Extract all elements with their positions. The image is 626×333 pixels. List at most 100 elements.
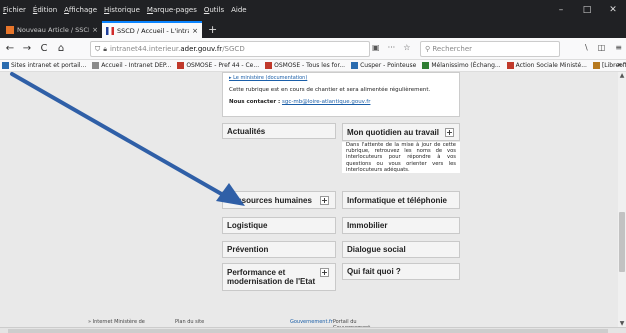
scrollbar-thumb[interactable] xyxy=(619,212,625,272)
menu-item-affichage[interactable]: Affichage xyxy=(64,6,97,14)
navigation-bar: ← → C ⌂ ⛉ 🔒︎ intranet44.interieur.ader.g… xyxy=(0,38,626,60)
sidebar-icon[interactable]: ◫ xyxy=(598,43,606,52)
bookmark-favicon-icon xyxy=(351,62,359,69)
bookmark-item[interactable]: Mélanissimo (Échang... xyxy=(422,62,501,69)
rubrique-performance-modernisation[interactable]: Performance et modernisation de l'Etat xyxy=(222,263,336,291)
scroll-down-icon[interactable]: ▼ xyxy=(618,320,626,327)
expand-plus-icon[interactable]: + xyxy=(320,268,329,277)
search-placeholder: Rechercher xyxy=(432,45,473,53)
shield-icon: ⛉ xyxy=(95,44,101,53)
tab-title: SSCD / Accueil - L'intranet de xyxy=(117,26,189,35)
bookmark-favicon-icon xyxy=(265,62,273,69)
bookmark-star-icon[interactable]: ☆ xyxy=(403,43,410,52)
info-text: Cette rubrique est en cours de chantier … xyxy=(229,87,431,93)
vertical-scrollbar[interactable]: ▲ ▼ xyxy=(618,72,626,327)
bookmark-favicon-icon xyxy=(592,62,600,69)
forward-icon[interactable]: → xyxy=(20,43,34,54)
tab-nouveau-article[interactable]: Nouveau Article / SSCD / Ac × xyxy=(2,21,102,38)
expand-plus-icon[interactable]: + xyxy=(320,196,329,205)
bookmark-item[interactable]: OSMOSE - Tous les for... xyxy=(265,62,345,69)
bookmarks-overflow-icon[interactable]: » xyxy=(617,60,622,69)
maximize-icon[interactable]: □ xyxy=(574,0,600,20)
menu-bar: Fichier Édition Affichage Historique Mar… xyxy=(0,0,626,20)
close-window-icon[interactable]: ✕ xyxy=(600,0,626,20)
footer-gouvernement: Gouvernement.fr Portail du Gouvernement xyxy=(290,319,370,327)
flag-favicon-icon xyxy=(106,26,114,35)
home-icon[interactable]: ⌂ xyxy=(54,43,68,54)
rubrique-label: Informatique et téléphonie xyxy=(347,195,448,205)
scrollbar-thumb[interactable] xyxy=(8,329,608,333)
bookmark-item[interactable]: OSMOSE - Pref 44 - Ce... xyxy=(177,62,259,69)
menu-item-outils[interactable]: Outils xyxy=(204,6,224,14)
lock-icon: 🔒︎ xyxy=(103,44,107,53)
close-tab-icon[interactable]: × xyxy=(92,26,98,34)
rubrique-mon-quotidien[interactable]: Mon quotidien au travail xyxy=(342,123,460,141)
menu-item-fichier[interactable]: Fichier xyxy=(3,6,26,14)
footer-link-plan-du-site[interactable]: Plan du site xyxy=(175,319,204,325)
footer-link-gouvernement[interactable]: Gouvernement.fr xyxy=(290,319,333,325)
close-tab-icon[interactable]: × xyxy=(192,27,198,35)
bookmark-item[interactable]: Sites intranet et portail... xyxy=(2,62,86,69)
rubrique-label: Dialogue social xyxy=(347,245,406,254)
bookmark-item[interactable]: Action Sociale Ministé... xyxy=(506,62,587,69)
bookmark-label: OSMOSE - Tous les for... xyxy=(274,62,346,69)
contact-line: Nous contacter : sgc-mb@loire-atlantique… xyxy=(229,99,453,105)
tab-sscd-accueil[interactable]: SSCD / Accueil - L'intranet de × xyxy=(102,21,202,38)
menu-item-marque-pages[interactable]: Marque-pages xyxy=(147,6,197,14)
page-viewport: ▸ Le ministère (documentation) Cette rub… xyxy=(0,72,618,327)
bookmarks-toolbar: Sites intranet et portail... Accueil - In… xyxy=(0,60,626,72)
horizontal-scrollbar[interactable] xyxy=(0,327,626,333)
footer-link-internet-ministere[interactable]: » Internet Ministère de xyxy=(88,319,145,325)
back-icon[interactable]: ← xyxy=(3,43,17,54)
new-tab-icon[interactable]: + xyxy=(208,21,217,38)
tab-title: Nouveau Article / SSCD / Ac xyxy=(17,25,89,34)
bookmark-label: Accueil - Intranet DEP... xyxy=(101,62,172,69)
bookmark-favicon-icon xyxy=(2,62,9,69)
bookmark-label: Cusper - Pointeuse xyxy=(360,62,417,69)
window-controls: – □ ✕ xyxy=(548,0,626,20)
url-bar[interactable]: ⛉ 🔒︎ intranet44.interieur.ader.gouv.fr/S… xyxy=(90,41,370,57)
footer-gouvernement-text: Portail du Gouvernement xyxy=(332,319,370,327)
search-input[interactable]: ⚲ Rechercher xyxy=(420,41,560,57)
minimize-icon[interactable]: – xyxy=(548,0,574,20)
orange-favicon-icon xyxy=(6,25,14,34)
reload-icon[interactable]: C xyxy=(37,43,51,54)
scroll-up-icon[interactable]: ▲ xyxy=(618,72,626,79)
rubrique-label: Mon quotidien au travail xyxy=(347,127,440,137)
contact-label: Nous contacter : xyxy=(229,99,281,105)
contact-email-link[interactable]: sgc-mb@loire-atlantique.gouv.fr xyxy=(282,99,370,105)
rubrique-ressources-humaines[interactable]: Ressources humaines xyxy=(222,191,336,209)
documentation-link[interactable]: ▸ Le ministère (documentation) xyxy=(229,75,453,81)
menu-item-aide[interactable]: Aide xyxy=(231,6,246,14)
rubrique-immobilier[interactable]: Immobilier xyxy=(342,217,460,234)
expand-plus-icon[interactable]: + xyxy=(445,128,454,137)
hamburger-menu-icon[interactable]: ≡ xyxy=(615,43,622,52)
reader-view-icon[interactable]: ▣ xyxy=(372,43,380,52)
info-panel: ▸ Le ministère (documentation) Cette rub… xyxy=(222,72,460,117)
rubrique-label: Performance et xyxy=(227,268,286,277)
rubrique-label: modernisation de l'Etat xyxy=(227,277,316,286)
rubrique-dialogue-social[interactable]: Dialogue social xyxy=(342,241,460,258)
bookmark-item[interactable]: Accueil - Intranet DEP... xyxy=(92,62,171,69)
rubrique-label: Actualités xyxy=(227,126,266,136)
menu-item-historique[interactable]: Historique xyxy=(104,6,140,14)
bookmark-label: Action Sociale Ministé... xyxy=(515,62,587,69)
rubrique-qui-fait-quoi[interactable]: Qui fait quoi ? xyxy=(342,263,460,280)
library-icon[interactable]: \ xyxy=(585,43,588,52)
bookmark-label: Mélanissimo (Échang... xyxy=(431,62,501,69)
rubrique-label: Qui fait quoi ? xyxy=(347,267,401,276)
bookmark-favicon-icon xyxy=(177,62,185,69)
rubrique-prevention[interactable]: Prévention xyxy=(222,241,336,258)
bookmark-favicon-icon xyxy=(92,62,100,69)
url-text: intranet44.interieur.ader.gouv.fr xyxy=(109,45,223,53)
page-actions-icon[interactable]: ··· xyxy=(388,43,396,52)
rubrique-label: Logistique xyxy=(227,221,268,230)
rubrique-informatique-telephonie[interactable]: Informatique et téléphonie xyxy=(342,191,460,209)
menu-item-edition[interactable]: Édition xyxy=(33,6,57,14)
url-path: /SGCD xyxy=(222,45,245,53)
toolbar-right: \ ◫ ≡ xyxy=(585,43,622,52)
bookmark-item[interactable]: Cusper - Pointeuse xyxy=(351,62,416,69)
rubrique-logistique[interactable]: Logistique xyxy=(222,217,336,234)
rubrique-actualites[interactable]: Actualités xyxy=(222,123,336,139)
bookmark-favicon-icon xyxy=(422,62,430,69)
